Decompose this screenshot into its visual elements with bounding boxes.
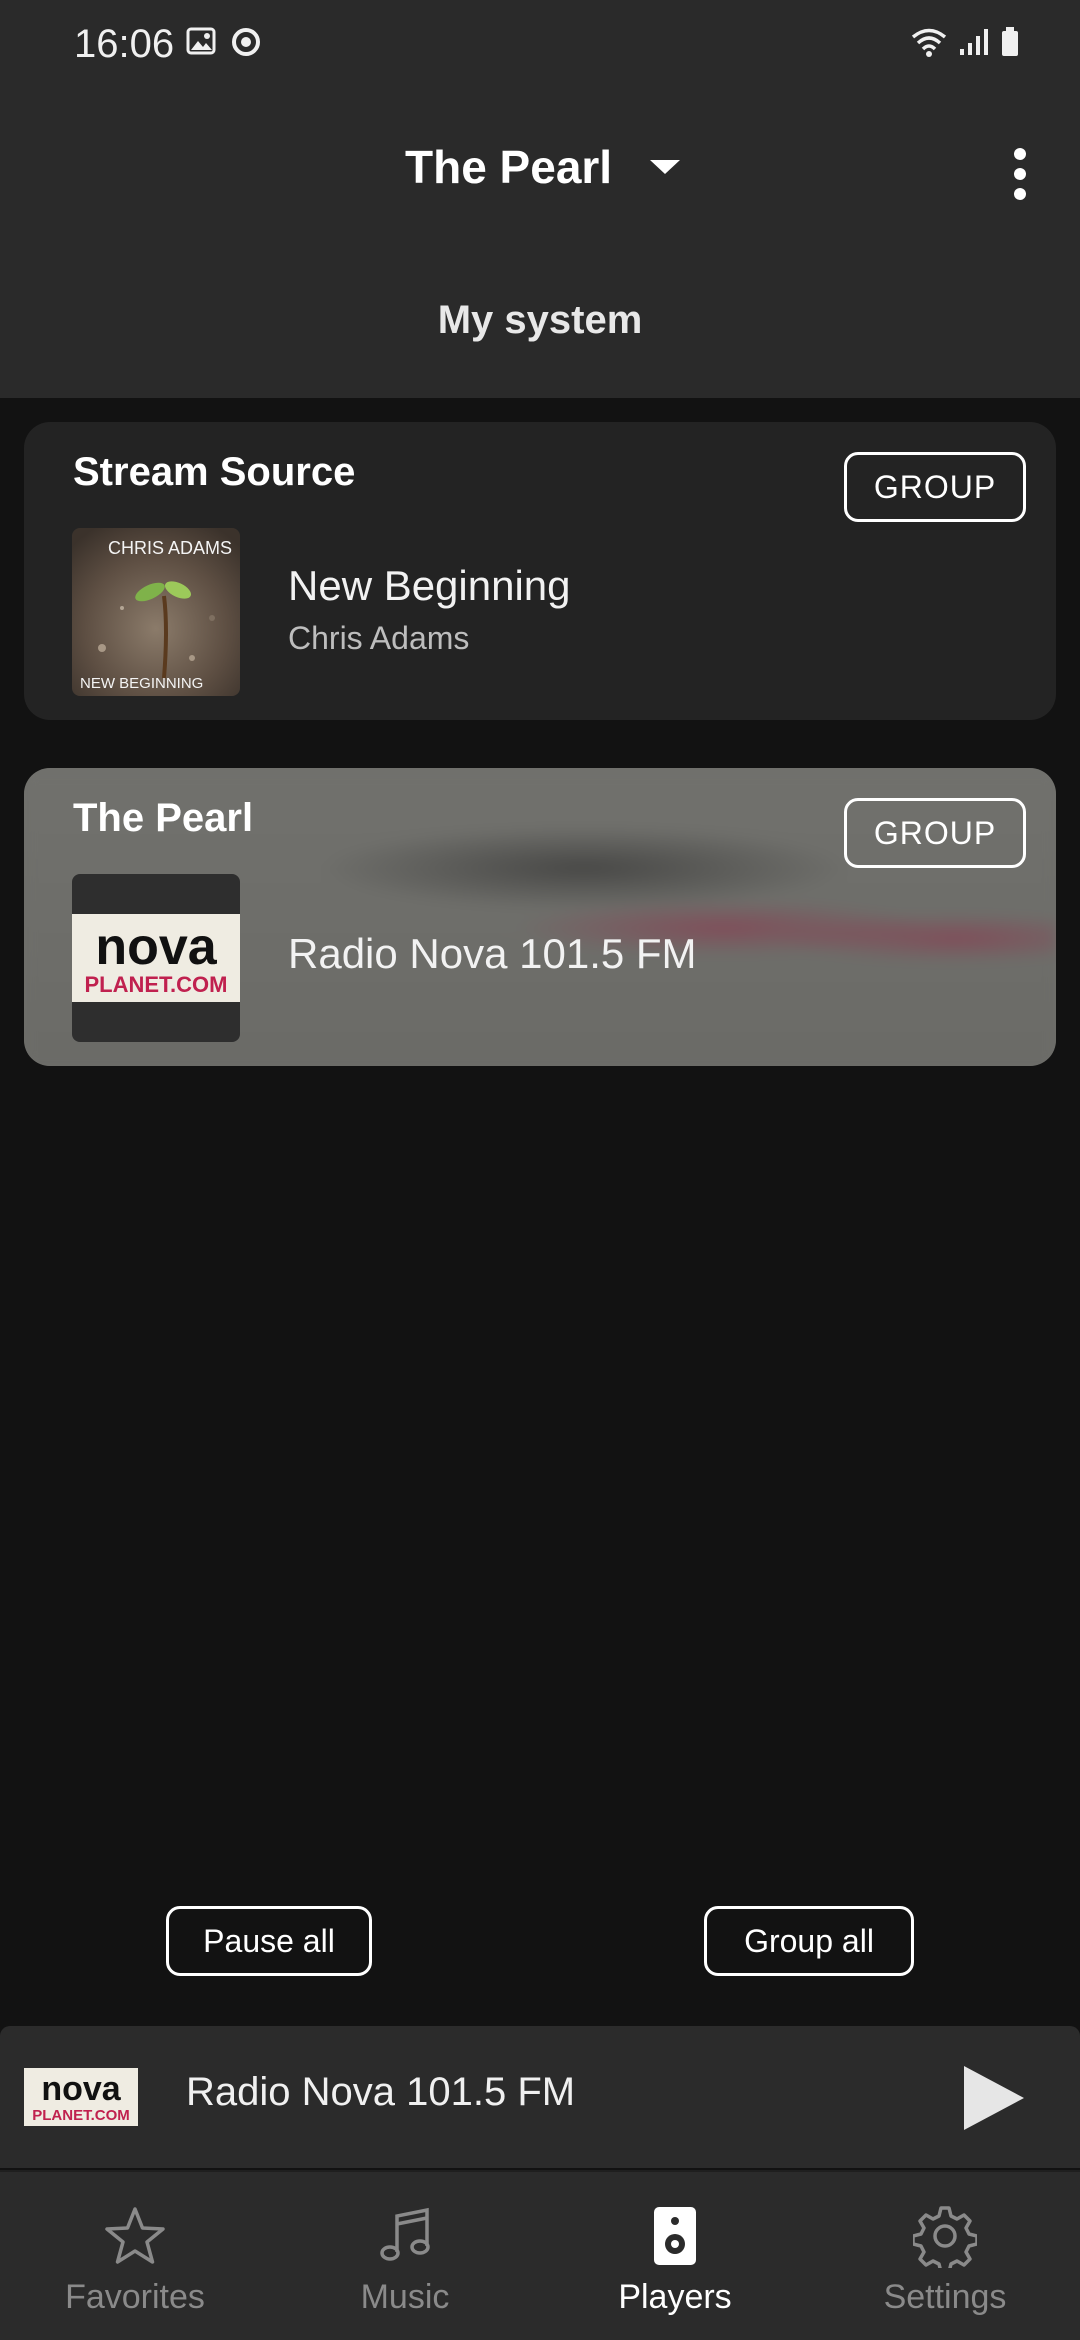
mini-art-text-top: nova bbox=[41, 2070, 121, 2108]
battery-icon bbox=[1002, 27, 1018, 56]
gear-icon bbox=[913, 2206, 977, 2268]
chevron-down-icon bbox=[650, 160, 681, 174]
app-header: 16:06 The Pearl My system bbox=[0, 0, 1080, 398]
wifi-icon bbox=[911, 28, 947, 57]
star-icon bbox=[105, 2207, 165, 2264]
page-title: The Pearl bbox=[405, 141, 613, 193]
sync-icon bbox=[232, 28, 260, 56]
status-time: 16:06 bbox=[74, 22, 175, 66]
status-bar: 16:06 bbox=[0, 0, 1080, 90]
group-button[interactable]: GROUP bbox=[844, 452, 1026, 522]
album-art: CHRIS ADAMS NEW BEGINNING bbox=[72, 528, 240, 696]
group-all-button[interactable]: Group all bbox=[704, 1906, 914, 1976]
mini-art-text-bottom: PLANET.COM bbox=[32, 2107, 130, 2124]
status-right-icons bbox=[910, 26, 1020, 58]
album-art-artist-text: CHRIS ADAMS bbox=[108, 538, 232, 558]
nav-label: Music bbox=[360, 2278, 450, 2316]
image-icon bbox=[186, 27, 216, 55]
mini-player-art: nova PLANET.COM bbox=[24, 2068, 138, 2126]
pause-all-button[interactable]: Pause all bbox=[166, 1906, 372, 1976]
more-vert-icon[interactable] bbox=[1000, 144, 1040, 204]
nav-item-favorites[interactable]: Favorites bbox=[0, 2172, 270, 2340]
album-art-title-text: NEW BEGINNING bbox=[80, 675, 203, 692]
station-art: nova PLANET.COM bbox=[72, 874, 240, 1042]
nav-label: Settings bbox=[883, 2278, 1007, 2316]
player-card-the-pearl[interactable]: The Pearl GROUP nova PLANET.COM Radio No… bbox=[24, 768, 1056, 1066]
play-icon[interactable] bbox=[956, 2062, 1028, 2134]
speaker-icon bbox=[654, 2207, 696, 2265]
status-left-icons bbox=[186, 26, 262, 58]
nav-label: Favorites bbox=[65, 2278, 205, 2316]
player-card-stream-source[interactable]: Stream Source GROUP CHRIS ADAMS NEW BEGI… bbox=[24, 422, 1056, 720]
station-art-text-bottom: PLANET.COM bbox=[85, 972, 228, 997]
title-row: The Pearl bbox=[0, 130, 1080, 210]
track-title: New Beginning bbox=[288, 562, 571, 609]
nav-item-music[interactable]: Music bbox=[270, 2172, 540, 2340]
track-title: Radio Nova 101.5 FM bbox=[288, 930, 697, 977]
nav-label: Players bbox=[618, 2278, 732, 2316]
player-name: Stream Source bbox=[73, 450, 356, 494]
mini-player[interactable]: nova PLANET.COM Radio Nova 101.5 FM bbox=[0, 2026, 1080, 2168]
station-art-text-top: nova bbox=[95, 918, 217, 976]
track-artist: Chris Adams bbox=[288, 620, 470, 656]
page-subtitle: My system bbox=[437, 298, 643, 342]
bottom-navigation: Favorites Music Players Settings bbox=[0, 2170, 1080, 2340]
nav-item-players[interactable]: Players bbox=[540, 2172, 810, 2340]
player-name: The Pearl bbox=[73, 796, 254, 840]
group-button[interactable]: GROUP bbox=[844, 798, 1026, 868]
nav-item-settings[interactable]: Settings bbox=[810, 2172, 1080, 2340]
player-selector[interactable]: The Pearl bbox=[405, 140, 682, 194]
music-note-icon bbox=[380, 2207, 430, 2261]
mini-player-title: Radio Nova 101.5 FM bbox=[186, 2070, 576, 2114]
signal-icon bbox=[960, 29, 988, 55]
